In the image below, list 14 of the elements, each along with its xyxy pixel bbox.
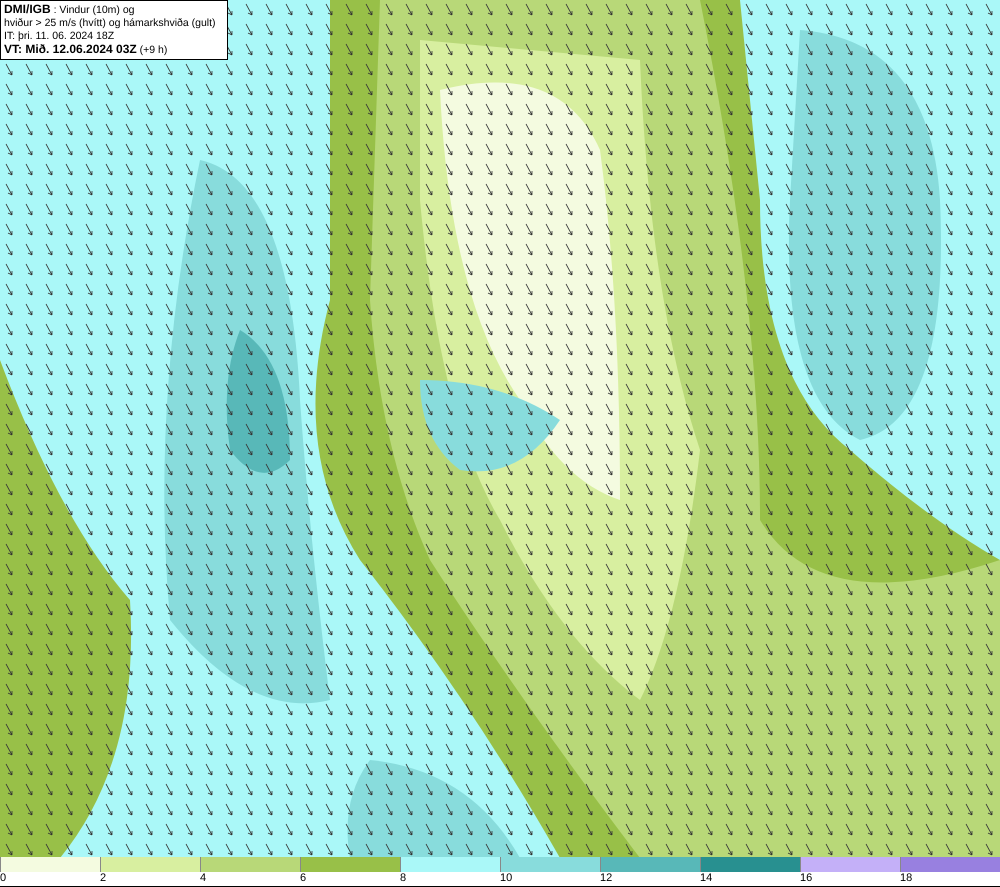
info-text: IT: þri. 11. 06. 2024 18Z bbox=[4, 30, 116, 43]
legend-label: 2 bbox=[100, 872, 106, 886]
legend-label: 18 bbox=[900, 872, 912, 886]
legend-label: 6 bbox=[300, 872, 306, 886]
info-text: VT: Mið. 12.06.2024 03Z (+9 h) bbox=[4, 43, 168, 57]
info-text: DMI/IGB : Vindur (10m) og bbox=[4, 3, 136, 17]
legend-label: 8 bbox=[400, 872, 406, 886]
legend-label: 16 bbox=[800, 872, 812, 886]
info-text: hviður > 25 m/s (hvítt) og hámarkshviða (gult) bbox=[4, 17, 217, 30]
legend-label: 12 bbox=[600, 872, 612, 886]
legend-label: 4 bbox=[200, 872, 206, 886]
legend-label: 14 bbox=[700, 872, 712, 886]
legend-label: 0 bbox=[0, 872, 6, 886]
legend-label: 10 bbox=[500, 872, 512, 886]
